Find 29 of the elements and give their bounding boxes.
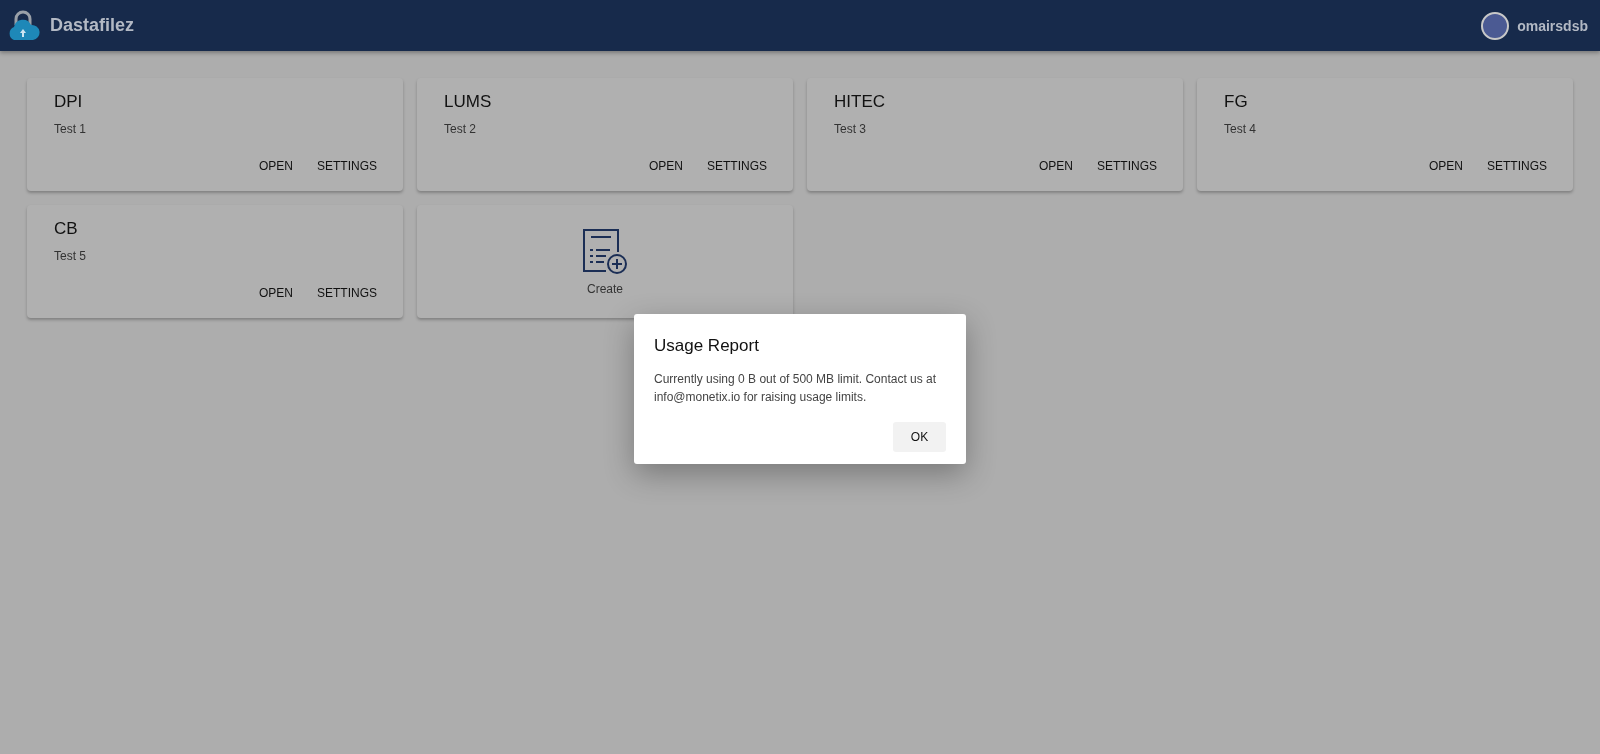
card-action-button[interactable]: SETTINGS — [1477, 153, 1557, 179]
card-action-button[interactable]: OPEN — [1028, 153, 1083, 179]
card-action-button[interactable]: SETTINGS — [307, 153, 387, 179]
project-name: HITEC — [834, 92, 886, 112]
card-action-button[interactable]: OPEN — [248, 153, 303, 179]
project-description: Test 5 — [54, 249, 87, 263]
project-name: DPI — [54, 92, 84, 112]
dialog-title: Usage Report — [654, 336, 760, 356]
app-title: Dastafilez — [50, 15, 135, 36]
project-description: Test 1 — [54, 122, 87, 136]
create-card[interactable]: Create — [417, 205, 793, 318]
document-add-icon — [582, 227, 628, 276]
project-name: FG — [1224, 92, 1249, 112]
avatar[interactable] — [1481, 11, 1510, 40]
card-action-button[interactable]: SETTINGS — [1087, 153, 1167, 179]
card-action-button[interactable]: SETTINGS — [697, 153, 777, 179]
dialog-message: Currently using 0 B out of 500 MB limit. Contact us at info@monetix.io for raising usage limits. — [654, 371, 938, 406]
project-description: Test 2 — [444, 122, 477, 136]
card-action-button[interactable]: SETTINGS — [307, 280, 387, 306]
project-name: CB — [54, 219, 79, 239]
username[interactable]: omairsdsb — [1517, 17, 1588, 34]
project-description: Test 4 — [1224, 122, 1257, 136]
card-action-button[interactable]: OPEN — [1418, 153, 1473, 179]
ok-button[interactable]: OK — [893, 422, 946, 452]
project-description: Test 3 — [834, 122, 867, 136]
card-action-button[interactable]: OPEN — [248, 280, 303, 306]
card-action-button[interactable]: OPEN — [638, 153, 693, 179]
project-name: LUMS — [444, 92, 493, 112]
create-label: Create — [587, 281, 623, 296]
